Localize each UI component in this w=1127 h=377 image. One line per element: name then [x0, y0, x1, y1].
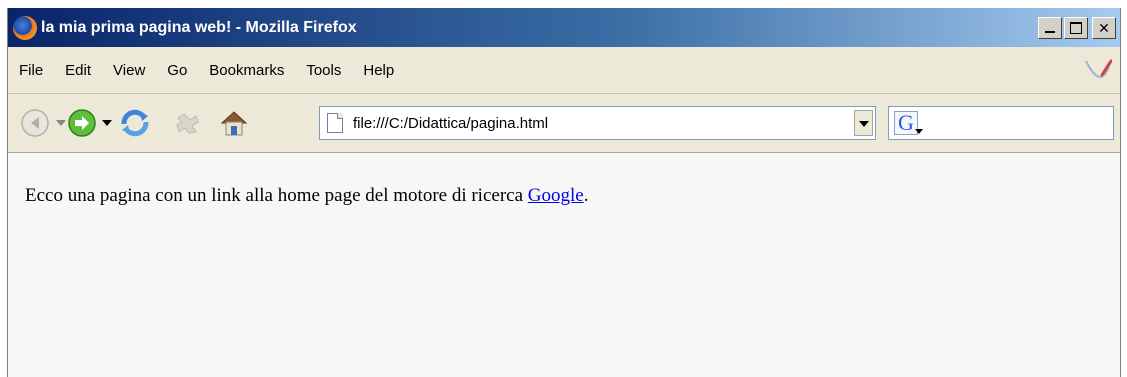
- window-title: la mia prima pagina web! - Mozilla Firef…: [41, 18, 357, 36]
- search-bar[interactable]: G: [888, 106, 1114, 140]
- content-paragraph: Ecco una pagina con un link alla home pa…: [25, 185, 588, 207]
- reload-icon[interactable]: [118, 108, 152, 138]
- menu-file[interactable]: File: [19, 60, 43, 81]
- google-link[interactable]: Google: [528, 185, 584, 206]
- address-dropdown-icon[interactable]: [854, 110, 873, 136]
- address-bar[interactable]: file:///C:/Didattica/pagina.html: [319, 106, 876, 140]
- menu-go[interactable]: Go: [167, 60, 187, 81]
- menu-help[interactable]: Help: [363, 60, 394, 81]
- menu-bar: File Edit View Go Bookmarks Tools Help: [8, 47, 1120, 94]
- title-bar[interactable]: la mia prima pagina web! - Mozilla Firef…: [8, 8, 1120, 47]
- search-engine-icon[interactable]: G: [894, 111, 923, 135]
- navigation-toolbar: file:///C:/Didattica/pagina.html G: [8, 94, 1120, 153]
- firefox-logo-icon: [13, 15, 37, 40]
- page-icon: [327, 113, 343, 133]
- stop-icon[interactable]: [172, 108, 202, 138]
- content-text-end: .: [583, 185, 589, 206]
- back-icon[interactable]: [20, 108, 50, 138]
- menu-view[interactable]: View: [113, 60, 145, 81]
- browser-window: la mia prima pagina web! - Mozilla Firef…: [7, 8, 1121, 377]
- maximize-button[interactable]: [1064, 17, 1088, 39]
- home-icon[interactable]: [218, 108, 250, 138]
- forward-icon[interactable]: [67, 108, 97, 138]
- menu-tools[interactable]: Tools: [306, 60, 341, 81]
- address-url[interactable]: file:///C:/Didattica/pagina.html: [353, 115, 854, 132]
- menu-bookmarks[interactable]: Bookmarks: [209, 60, 284, 81]
- page-content: Ecco una pagina con un link alla home pa…: [8, 153, 1120, 377]
- menu-edit[interactable]: Edit: [65, 60, 91, 81]
- search-input[interactable]: [928, 114, 1113, 132]
- window-controls: ✕: [1038, 17, 1116, 39]
- content-text: Ecco una pagina con un link alla home pa…: [25, 185, 528, 206]
- back-dropdown-icon[interactable]: [56, 120, 66, 126]
- minimize-button[interactable]: [1038, 17, 1062, 39]
- close-button[interactable]: ✕: [1092, 17, 1116, 39]
- throbber-icon: [1085, 59, 1112, 79]
- forward-dropdown-icon[interactable]: [102, 120, 112, 126]
